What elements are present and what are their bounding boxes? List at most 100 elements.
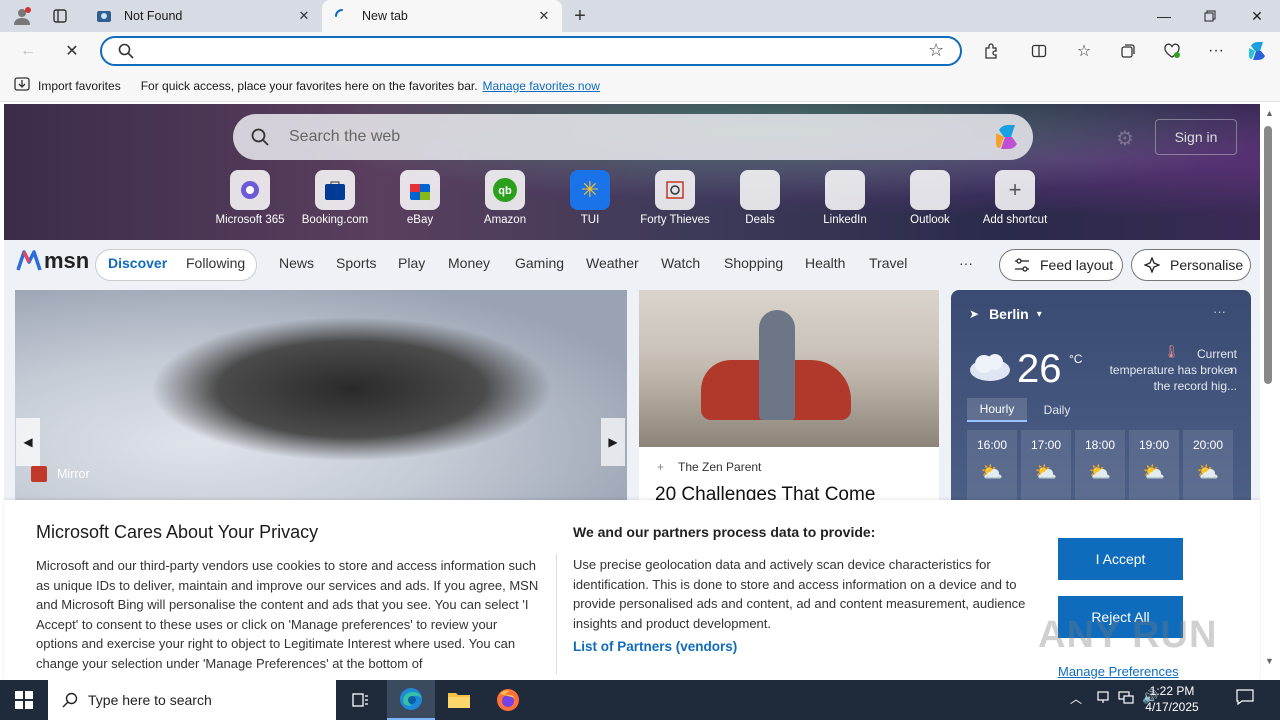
copilot-button[interactable] — [1243, 36, 1273, 66]
nav-news[interactable]: News — [279, 255, 314, 271]
shortcut-forty-thieves[interactable]: Forty Thieves — [632, 170, 718, 226]
start-button[interactable] — [0, 680, 48, 720]
carousel-prev-button[interactable]: ◀ — [16, 418, 40, 466]
favorite-star-icon[interactable]: ☆ — [928, 40, 944, 61]
scroll-down-icon[interactable]: ▼ — [1265, 656, 1274, 666]
partners-link[interactable]: List of Partners (vendors) — [573, 639, 737, 654]
settings-gear-icon[interactable]: ⚙ — [1116, 126, 1134, 151]
task-view-button[interactable] — [336, 680, 384, 720]
edge-taskbar-button[interactable] — [387, 680, 435, 720]
copilot-icon[interactable] — [993, 122, 1023, 157]
shortcut-booking[interactable]: Booking.com — [292, 170, 378, 226]
weather-location[interactable]: ➤ Berlin ▾ — [969, 306, 1042, 322]
back-button[interactable]: ← — [13, 36, 43, 66]
nav-shopping[interactable]: Shopping — [724, 255, 783, 271]
shortcut-deals[interactable]: Deals — [717, 170, 803, 226]
collections-button[interactable] — [1113, 36, 1143, 66]
browser-essentials-button[interactable] — [1157, 36, 1187, 66]
sign-in-button[interactable]: Sign in — [1155, 119, 1237, 155]
firefox-button[interactable] — [484, 680, 532, 720]
shortcut-amazon[interactable]: qb Amazon — [462, 170, 548, 226]
hour-label: 16:00 — [976, 438, 1008, 452]
shortcut-label: Amazon — [483, 214, 527, 226]
show-hidden-icons[interactable]: ︿ — [1070, 690, 1082, 707]
favorites-bar-message: For quick access, place your favorites h… — [140, 78, 478, 93]
system-clock[interactable]: 1:22 PM 4/17/2025 — [1140, 683, 1204, 715]
personalise-label: Personalise — [1170, 257, 1244, 273]
personalise-button[interactable]: Personalise — [1131, 249, 1251, 281]
stop-loading-button[interactable]: ✕ — [57, 36, 87, 66]
restore-button[interactable] — [1187, 0, 1233, 32]
sliders-icon — [1015, 258, 1029, 272]
msn-logo[interactable]: msn — [16, 248, 89, 274]
favorites-button[interactable]: ☆ — [1069, 36, 1099, 66]
featured-story-card[interactable]: ◀ ▶ Mirror — [15, 290, 627, 510]
weather-card[interactable]: ➤ Berlin ▾ ··· 26 °C 🌡 Current temperatu… — [951, 290, 1251, 510]
linkedin-icon — [825, 170, 865, 210]
weather-alert[interactable]: Current temperature has broken the recor… — [1097, 346, 1237, 394]
clock-time: 1:22 PM — [1149, 684, 1195, 698]
close-tab-icon[interactable]: ✕ — [536, 8, 552, 24]
shortcut-ebay[interactable]: eBay — [377, 170, 463, 226]
scrollbar-thumb[interactable] — [1264, 126, 1272, 384]
nav-travel[interactable]: Travel — [869, 255, 907, 271]
shortcut-microsoft-365[interactable]: Microsoft 365 — [207, 170, 293, 226]
manage-favorites-link[interactable]: Manage favorites now — [483, 79, 600, 93]
tab-discover[interactable]: Discover — [108, 255, 167, 271]
split-screen-button[interactable] — [1024, 36, 1054, 66]
shortcut-tui[interactable]: ✳ TUI — [547, 170, 633, 226]
nav-sports[interactable]: Sports — [336, 255, 376, 271]
address-bar[interactable]: ☆ — [100, 36, 962, 66]
nav-more-icon[interactable]: ··· — [959, 255, 973, 271]
nav-money[interactable]: Money — [448, 255, 490, 271]
network-icon[interactable] — [1118, 690, 1134, 707]
nav-play[interactable]: Play — [398, 255, 425, 271]
import-favorites-icon[interactable] — [14, 77, 30, 94]
weather-more-icon[interactable]: ··· — [1213, 304, 1226, 319]
tab-not-found[interactable]: Not Found ✕ — [84, 0, 322, 32]
shortcut-linkedin[interactable]: LinkedIn — [802, 170, 888, 226]
web-search-box[interactable]: Search the web — [233, 114, 1033, 160]
new-tab-button[interactable]: + — [568, 4, 592, 28]
accept-button[interactable]: I Accept — [1058, 538, 1183, 580]
partly-sunny-icon: ⛅ — [1196, 462, 1220, 482]
tab-hourly[interactable]: Hourly — [967, 398, 1027, 422]
outlook-icon — [910, 170, 950, 210]
close-window-button[interactable]: ✕ — [1234, 0, 1280, 32]
story-card[interactable]: + The Zen Parent 20 Challenges That Come — [639, 290, 939, 510]
nav-gaming[interactable]: Gaming — [515, 255, 564, 271]
network-status-icon[interactable] — [1096, 690, 1110, 707]
edge-icon — [400, 688, 422, 710]
close-tab-icon[interactable]: ✕ — [296, 8, 312, 24]
forty-thieves-icon — [655, 170, 695, 210]
nav-weather[interactable]: Weather — [586, 255, 639, 271]
tab-daily[interactable]: Daily — [1029, 398, 1085, 422]
feed-layout-button[interactable]: Feed layout — [999, 249, 1123, 281]
profile-avatar[interactable] — [8, 4, 36, 28]
file-explorer-button[interactable] — [435, 680, 483, 720]
hour-slot: 18:00 ⛅ — [1075, 430, 1125, 510]
notifications-icon[interactable] — [1236, 689, 1254, 708]
hour-label: 17:00 — [1030, 438, 1062, 452]
more-dots-icon: ··· — [1208, 42, 1224, 59]
back-arrow-icon: ← — [20, 42, 36, 59]
carousel-next-button[interactable]: ▶ — [601, 418, 625, 466]
clock-date: 4/17/2025 — [1145, 700, 1199, 714]
settings-more-button[interactable]: ··· — [1201, 36, 1231, 66]
manage-preferences-link[interactable]: Manage Preferences — [1058, 664, 1179, 679]
nav-health[interactable]: Health — [805, 255, 845, 271]
tab-actions-icon[interactable] — [48, 6, 72, 26]
extensions-button[interactable] — [976, 36, 1006, 66]
scroll-up-icon[interactable]: ▲ — [1265, 108, 1274, 118]
collections-icon — [1121, 44, 1135, 58]
shortcut-add[interactable]: + Add shortcut — [972, 170, 1058, 226]
taskbar-search-box[interactable]: Type here to search — [48, 680, 336, 720]
tab-following[interactable]: Following — [186, 255, 245, 271]
shortcut-outlook[interactable]: Outlook — [887, 170, 973, 226]
tab-new-tab[interactable]: New tab ✕ — [322, 0, 562, 32]
folder-icon — [448, 693, 470, 708]
minimize-button[interactable]: — — [1141, 0, 1187, 32]
nav-watch[interactable]: Watch — [661, 255, 700, 271]
import-favorites-button[interactable]: Import favorites — [38, 79, 121, 93]
msn-butterfly-icon — [16, 250, 42, 271]
